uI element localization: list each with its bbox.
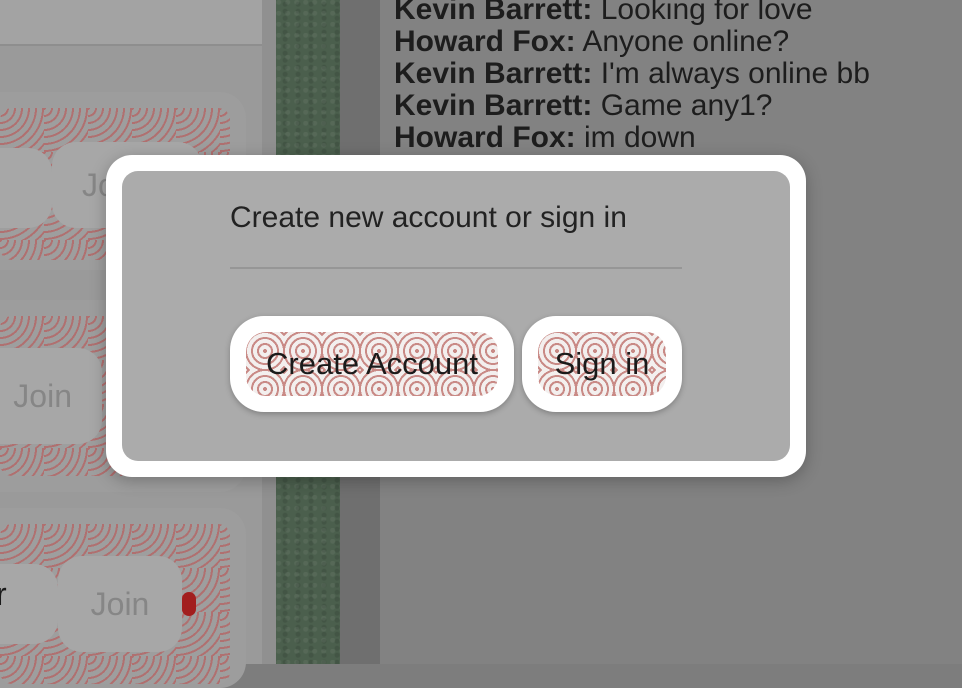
auth-modal-body: Create new account or sign in Create Acc…	[122, 171, 790, 461]
create-account-button-face: Create Account	[246, 332, 498, 396]
game-list-header	[0, 0, 262, 46]
game-card-field: r	[0, 564, 58, 644]
game-card: r Join	[0, 508, 246, 688]
create-account-button[interactable]: Create Account	[230, 316, 514, 412]
create-account-label: Create Account	[266, 346, 478, 381]
game-card-field	[0, 148, 52, 228]
chat-text: Looking for love	[592, 0, 813, 26]
join-button[interactable]: Join	[58, 556, 182, 652]
chat-text: I'm always online bb	[592, 57, 870, 90]
chat-message: Kevin Barrett: I'm always online bb	[394, 58, 870, 90]
chat-author: Howard Fox:	[394, 25, 576, 58]
chat-message: Kevin Barrett: Looking for love	[394, 0, 813, 26]
modal-title: Create new account or sign in	[230, 201, 627, 234]
chat-message: Howard Fox: im down	[394, 122, 696, 154]
status-dot	[182, 592, 196, 616]
chat-message: Kevin Barrett: Game any1?	[394, 90, 773, 122]
chat-author: Kevin Barrett:	[394, 0, 593, 26]
chat-text: im down	[575, 121, 696, 154]
chat-message: Howard Fox: Anyone online?	[394, 26, 789, 58]
chat-text: Anyone online?	[575, 25, 790, 58]
chat-author: Kevin Barrett:	[394, 89, 593, 122]
auth-modal: Create new account or sign in Create Acc…	[106, 155, 806, 477]
sign-in-button-face: Sign in	[538, 332, 666, 396]
join-button-label: Join	[13, 378, 72, 414]
chat-text: Game any1?	[592, 89, 773, 122]
game-card-field-label: r	[0, 576, 7, 612]
modal-divider	[230, 267, 682, 269]
sign-in-label: Sign in	[554, 346, 650, 381]
chat-author: Howard Fox:	[394, 121, 576, 154]
join-button-label: Join	[90, 586, 150, 622]
chat-author: Kevin Barrett:	[394, 57, 593, 90]
sign-in-button[interactable]: Sign in	[522, 316, 682, 412]
join-button[interactable]: Join	[0, 348, 102, 444]
